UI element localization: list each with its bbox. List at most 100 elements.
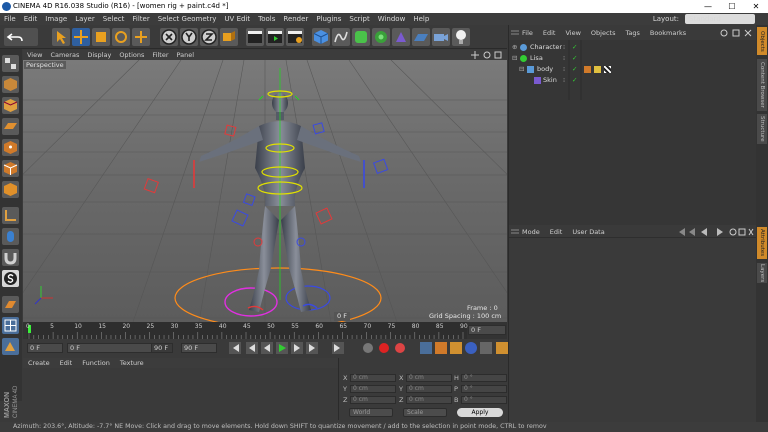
texture-tag-icon[interactable] [604, 66, 611, 73]
scene-canvas[interactable] [23, 60, 507, 322]
visibility-dots-icon[interactable]: ⁝ [563, 64, 565, 75]
object-menu-file[interactable]: File [517, 27, 538, 39]
material-menu-function[interactable]: Function [77, 358, 115, 368]
apply-button[interactable]: Apply [457, 408, 503, 417]
coord-size-z-field[interactable]: 0 cm [406, 396, 452, 404]
coord-rot-b-field[interactable]: 0 ° [461, 396, 507, 404]
add-cube-button[interactable] [312, 28, 330, 46]
snap-tool[interactable] [2, 249, 19, 266]
menu-select-geometry[interactable]: Select Geometry [154, 13, 221, 25]
lock-workplane-tool[interactable] [2, 296, 19, 313]
attribute-menu-mode[interactable]: Mode [517, 226, 545, 238]
soft-selection-tool[interactable] [2, 270, 19, 287]
attribute-menu-edit[interactable]: Edit [545, 226, 568, 238]
object-menu-edit[interactable]: Edit [538, 27, 561, 39]
menu-layer[interactable]: Layer [71, 13, 99, 25]
close-button[interactable]: ✕ [744, 0, 768, 13]
current-frame-field[interactable]: 0 F [468, 325, 506, 335]
viewport-menu-view[interactable]: View [23, 50, 46, 60]
recent-tool[interactable] [132, 28, 150, 46]
add-light-button[interactable] [452, 28, 470, 46]
rotate-tool[interactable] [112, 28, 130, 46]
sculpt-tool[interactable] [2, 338, 19, 355]
material-menu-texture[interactable]: Texture [115, 358, 149, 368]
coord-size-x-field[interactable]: 0 cm [406, 374, 452, 382]
phong-tag-icon[interactable] [594, 66, 601, 73]
tab-objects[interactable]: Objects [757, 27, 767, 55]
menu-edit[interactable]: Edit [20, 13, 42, 25]
add-array-button[interactable] [372, 28, 390, 46]
attribute-menu-user-data[interactable]: User Data [567, 226, 609, 238]
tab-structure[interactable]: Structure [757, 114, 767, 144]
object-tree[interactable]: ⊕ Character ⁝ ✓ ⊟ Lisa ⁝ ✓ ⊟ body ⁝ ✓ Sk… [509, 40, 757, 225]
expand-toggle-icon[interactable]: ⊟ [519, 64, 524, 75]
object-name[interactable]: body [537, 64, 553, 75]
enabled-check-icon[interactable]: ✓ [572, 42, 577, 53]
minimize-button[interactable]: — [696, 0, 720, 13]
visibility-dots-icon[interactable]: ⁝ [563, 75, 565, 86]
z-axis-lock[interactable] [200, 28, 218, 46]
add-spline-button[interactable] [332, 28, 350, 46]
add-deformer-button[interactable] [392, 28, 410, 46]
menu-window[interactable]: Window [374, 13, 410, 25]
menu-filter[interactable]: Filter [128, 13, 153, 25]
viewport-menu-cameras[interactable]: Cameras [46, 50, 83, 60]
grid-tool[interactable] [2, 317, 19, 334]
edges-mode-tool[interactable] [2, 160, 19, 177]
menu-image[interactable]: Image [41, 13, 71, 25]
coord-pos-x-field[interactable]: 0 cm [350, 374, 396, 382]
object-menu-view[interactable]: View [560, 27, 585, 39]
add-scene-button[interactable] [412, 28, 430, 46]
coord-pos-z-field[interactable]: 0 cm [350, 396, 396, 404]
x-axis-lock[interactable] [160, 28, 178, 46]
object-menu-tags[interactable]: Tags [620, 27, 644, 39]
object-manager-search-icons[interactable] [719, 28, 755, 38]
timeline-ruler[interactable]: 0 5 10 15 20 25 30 35 40 45 50 55 60 65 70 75 80 85 90 0 F [23, 322, 507, 339]
menu-uv-edit[interactable]: UV Edit [220, 13, 254, 25]
object-row-body[interactable]: ⊟ body ⁝ ✓ [509, 64, 757, 75]
undo-button[interactable] [4, 28, 38, 46]
end-frame-field[interactable]: 90 F [181, 343, 217, 353]
enabled-check-icon[interactable]: ✓ [572, 53, 577, 64]
material-menu-edit[interactable]: Edit [55, 358, 78, 368]
coord-size-y-field[interactable]: 0 cm [406, 385, 452, 393]
coord-rot-h-field[interactable]: 0 ° [461, 374, 507, 382]
viewport-menu-filter[interactable]: Filter [148, 50, 172, 60]
viewport-menu-options[interactable]: Options [115, 50, 148, 60]
menu-render[interactable]: Render [279, 13, 312, 25]
maximize-button[interactable]: ☐ [720, 0, 744, 13]
menu-help[interactable]: Help [409, 13, 433, 25]
move-tool[interactable] [72, 28, 90, 46]
object-row-character[interactable]: ⊕ Character ⁝ ✓ [509, 42, 757, 53]
perspective-viewport[interactable]: Perspective Frame : 0 Grid Spacing : 100… [23, 60, 507, 322]
material-menu-create[interactable]: Create [23, 358, 55, 368]
polygons-mode-tool[interactable] [2, 181, 19, 198]
viewport-menu-display[interactable]: Display [83, 50, 115, 60]
live-selection-tool[interactable] [52, 28, 70, 46]
model-mode-tool[interactable] [2, 76, 19, 93]
expand-toggle-icon[interactable]: ⊕ [512, 42, 517, 53]
object-name[interactable]: Skin [543, 75, 557, 86]
render-view-button[interactable] [246, 28, 264, 46]
menu-plugins[interactable]: Plugins [312, 13, 345, 25]
object-menu-objects[interactable]: Objects [586, 27, 621, 39]
points-mode-tool[interactable] [2, 139, 19, 156]
menu-tools[interactable]: Tools [254, 13, 279, 25]
object-menu-bookmarks[interactable]: Bookmarks [645, 27, 691, 39]
enabled-check-icon[interactable]: ✓ [572, 75, 577, 86]
playback-controls[interactable] [228, 341, 508, 355]
coord-mode-select[interactable]: World [349, 408, 393, 417]
viewport-nav-icons[interactable] [471, 50, 505, 60]
tweak-mode-tool[interactable] [2, 228, 19, 245]
workplane-mode-tool[interactable] [2, 118, 19, 135]
make-editable-tool[interactable] [2, 55, 19, 72]
tab-attributes[interactable]: Attributes [757, 227, 767, 259]
material-manager-area[interactable] [23, 368, 338, 420]
expand-toggle-icon[interactable]: ⊟ [512, 53, 517, 64]
viewport-menu-panel[interactable]: Panel [173, 50, 199, 60]
add-nurbs-button[interactable] [352, 28, 370, 46]
start-frame-field[interactable]: 0 F [27, 343, 63, 353]
scale-tool[interactable] [92, 28, 110, 46]
add-camera-button[interactable] [432, 28, 450, 46]
max-frame-slider[interactable]: 90 F [151, 343, 173, 353]
